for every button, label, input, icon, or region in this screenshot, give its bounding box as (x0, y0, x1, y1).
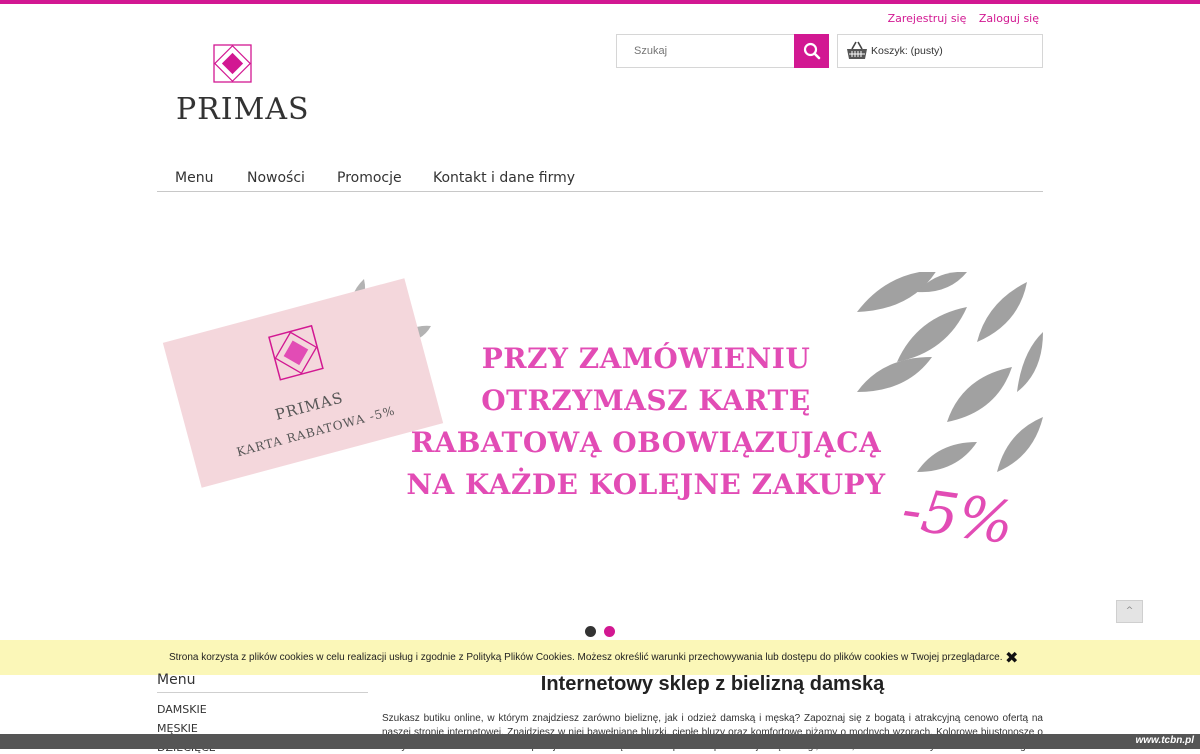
nav-item-kontakt[interactable]: Kontakt i dane firmy (433, 170, 575, 186)
nav-item-menu[interactable]: Menu (175, 170, 213, 186)
top-accent-bar (0, 0, 1200, 4)
promo-line: OTRZYMASZ KARTĘ (481, 384, 811, 417)
cart-widget[interactable]: Koszyk: (pusty) (837, 34, 1043, 68)
search-box (616, 34, 829, 68)
account-links: Zarejestruj się Zaloguj się (879, 12, 1039, 25)
main-navigation: Menu Nowości Promocje Kontakt i dane fir… (157, 162, 1043, 192)
promo-line: NA KAŻDE KOLEJNE ZAKUPY (406, 468, 886, 501)
sidebar-item-meskie[interactable]: MĘSKIE (157, 722, 368, 735)
search-icon (803, 42, 820, 60)
basket-icon (847, 41, 867, 59)
chevron-up-icon: ^ (1125, 606, 1134, 616)
nav-item-nowosci[interactable]: Nowości (247, 170, 305, 186)
site-logo[interactable]: PRIMAS (176, 44, 310, 130)
login-link[interactable]: Zaloguj się (979, 12, 1039, 25)
watermark-text: www.tcbn.pl (1135, 735, 1194, 746)
search-input[interactable] (617, 35, 795, 67)
slider-pagination (585, 626, 625, 638)
cookie-notice-text: Strona korzysta z plików cookies w celu … (169, 652, 1003, 663)
slider-dot-1[interactable] (585, 626, 596, 637)
logo-diamond-icon (213, 44, 252, 83)
cart-label: Koszyk: (pusty) (871, 45, 943, 57)
promo-headline: PRZY ZAMÓWIENIU OTRZYMASZ KARTĘ RABATOWĄ… (397, 338, 895, 506)
search-button[interactable] (794, 34, 829, 68)
nav-item-promocje[interactable]: Promocje (337, 170, 402, 186)
cookie-notice: Strona korzysta z plików cookies w celu … (0, 640, 1200, 675)
promo-line: RABATOWĄ OBOWIĄZUJĄCĄ (410, 426, 882, 459)
register-link[interactable]: Zarejestruj się (888, 12, 967, 25)
promo-line: PRZY ZAMÓWIENIU (481, 342, 811, 375)
logo-text: PRIMAS (176, 92, 310, 127)
bottom-bar: www.tcbn.pl (0, 734, 1200, 749)
promo-banner[interactable]: PRIMAS KARTA RABATOWA -5% PRZY ZAMÓWIENI… (157, 272, 1043, 560)
scroll-to-top-button[interactable]: ^ (1116, 600, 1143, 623)
page-title: Internetowy sklep z bielizną damską (540, 673, 885, 695)
sidebar-item-damskie[interactable]: DAMSKIE (157, 703, 368, 716)
slider-dot-2[interactable] (604, 626, 615, 637)
sidebar-title: Menu (157, 672, 368, 693)
close-icon[interactable]: ✖ (1005, 650, 1018, 666)
